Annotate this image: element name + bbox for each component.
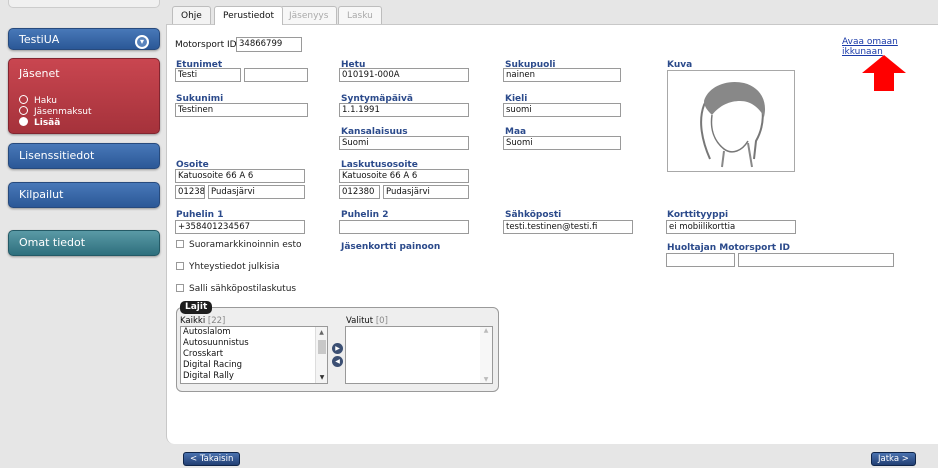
tab-label: Lasku: [347, 11, 373, 21]
tab-label: Ohje: [181, 11, 202, 21]
profile-photo[interactable]: [667, 70, 795, 172]
move-left-button[interactable]: ◀: [332, 356, 343, 367]
chevron-down-circle-icon[interactable]: ▾: [135, 35, 149, 49]
radio-selected-icon: [19, 117, 28, 126]
birth-field[interactable]: 1.1.1991: [339, 103, 469, 117]
phone2-field[interactable]: [339, 220, 469, 234]
email-field[interactable]: testi.testinen@testi.fi: [503, 220, 633, 234]
sidebar-item-label: Kilpailut: [19, 188, 64, 201]
photo-label: Kuva: [667, 60, 693, 70]
list-item[interactable]: Digital Racing: [183, 360, 327, 371]
sports-all-list[interactable]: Autoslalom Autosuunnistus Crosskart Digi…: [180, 326, 328, 384]
phone2-label: Puhelin 2: [341, 210, 389, 220]
citizenship-field[interactable]: Suomi: [339, 136, 469, 150]
sidebar-members-title[interactable]: Jäsenet: [19, 67, 159, 80]
sidebar-members-panel: Jäsenet Haku Jäsenmaksut Lisää: [8, 58, 160, 134]
move-right-button[interactable]: ▶: [332, 343, 343, 354]
list-item[interactable]: Digital Rally: [183, 371, 327, 382]
sports-title-badge: Lajit: [180, 301, 213, 314]
checkbox-icon: [176, 262, 184, 270]
checkbox-icon: [176, 284, 184, 292]
sports-selected-text: Valitut: [346, 316, 374, 326]
checkbox-label: Suoramarkkinoinnin esto: [189, 240, 302, 250]
sports-all-count: [22]: [207, 316, 226, 326]
sports-selected-label: Valitut [0]: [346, 316, 388, 326]
avatar-silhouette-icon: [700, 81, 766, 168]
address-field[interactable]: Katuosoite 66 A 6: [175, 169, 305, 183]
sidebar-item-label: Lisää: [34, 118, 61, 128]
radio-icon: [19, 95, 28, 104]
gender-field[interactable]: nainen: [503, 68, 621, 82]
last-name-field[interactable]: Testinen: [175, 103, 308, 117]
checkbox-label: Yhteystiedot julkisia: [189, 262, 280, 272]
sidebar-item-label: Jäsenmaksut: [34, 107, 92, 117]
motorsport-id-label: Motorsport ID: [175, 40, 237, 50]
phone1-field[interactable]: +358401234567: [175, 220, 305, 234]
checkbox-icon: [176, 240, 184, 248]
postal-code-field[interactable]: 012380: [175, 185, 205, 199]
sidebar-item-competitions[interactable]: Kilpailut: [8, 182, 160, 208]
tab-lasku[interactable]: Lasku: [338, 6, 382, 25]
city-field[interactable]: Pudasjärvi: [208, 185, 305, 199]
sidebar-item-jasenmaksut[interactable]: Jäsenmaksut: [19, 106, 92, 117]
tab-label: Perustiedot: [223, 11, 275, 21]
sidebar-app-title: TestiUA: [19, 33, 60, 46]
sidebar-app-button[interactable]: TestiUA ▾: [8, 28, 160, 50]
tab-label: Jäsenyys: [289, 11, 329, 21]
language-field[interactable]: suomi: [503, 103, 621, 117]
email-label: Sähköposti: [505, 210, 562, 220]
checkbox-direct-marketing[interactable]: Suoramarkkinoinnin esto: [176, 240, 302, 250]
membercard-print-label: Jäsenkortti painoon: [341, 242, 441, 252]
scroll-up-icon[interactable]: ▲: [316, 327, 327, 338]
sidebar-item-label: Omat tiedot: [19, 236, 86, 249]
back-button[interactable]: < Takaisin: [183, 452, 241, 466]
checkbox-label: Salli sähköpostilaskutus: [189, 284, 297, 294]
scroll-thumb[interactable]: [317, 340, 326, 354]
sports-selected-list[interactable]: ▲ ▼: [345, 326, 493, 384]
checkbox-public-contacts[interactable]: Yhteystiedot julkisia: [176, 262, 280, 272]
country-field[interactable]: Suomi: [503, 136, 621, 150]
scroll-up-icon[interactable]: ▲: [480, 327, 492, 334]
sports-all-label: Kaikki [22]: [180, 316, 225, 326]
radio-icon: [19, 106, 28, 115]
phone1-label: Puhelin 1: [176, 210, 224, 220]
billing-postal-field[interactable]: 012380: [339, 185, 380, 199]
scroll-down-icon[interactable]: ▼: [480, 376, 492, 383]
list-item[interactable]: Autosuunnistus: [183, 338, 327, 349]
billing-city-field[interactable]: Pudasjärvi: [383, 185, 469, 199]
sidebar-item-label: Haku: [34, 96, 57, 106]
open-window-link[interactable]: Avaa omaan ikkunaan: [842, 37, 938, 57]
sidebar-item-own-info[interactable]: Omat tiedot: [8, 230, 160, 256]
card-type-label: Korttityyppi: [667, 210, 729, 220]
guardian-id-label: Huoltajan Motorsport ID: [667, 243, 791, 253]
tab-ohje[interactable]: Ohje: [172, 6, 211, 25]
ssn-field[interactable]: 010191-000A: [339, 68, 469, 82]
card-type-field[interactable]: ei mobiilikorttia: [666, 220, 796, 234]
sidebar-item-label: Lisenssitiedot: [19, 149, 95, 162]
billing-address-field[interactable]: Katuosoite 66 A 6: [339, 169, 469, 183]
sidebar-item-licenses[interactable]: Lisenssitiedot: [8, 143, 160, 169]
guardian-name-field[interactable]: [738, 253, 894, 267]
first-name-field[interactable]: Testi: [175, 68, 241, 82]
scrollbar[interactable]: ▲ ▼: [480, 327, 492, 383]
next-button[interactable]: Jatka >: [871, 452, 916, 466]
tab-jasenyys[interactable]: Jäsenyys: [280, 6, 338, 25]
sidebar-item-lisaa[interactable]: Lisää: [19, 117, 60, 128]
list-item[interactable]: Crosskart: [183, 349, 327, 360]
tab-perustiedot[interactable]: Perustiedot: [214, 6, 284, 25]
sidebar-item-haku[interactable]: Haku: [19, 95, 57, 106]
list-item[interactable]: Autoslalom: [183, 327, 327, 338]
first-name2-field[interactable]: [244, 68, 308, 82]
arrow-up-icon: [862, 55, 906, 91]
sports-all-text: Kaikki: [180, 316, 206, 326]
scrollbar[interactable]: ▲ ▼: [315, 327, 327, 383]
sidebar-top-strip: [8, 0, 160, 8]
motorsport-id-field[interactable]: 34866799: [236, 37, 302, 52]
checkbox-email-billing[interactable]: Salli sähköpostilaskutus: [176, 284, 296, 294]
scroll-down-icon[interactable]: ▼: [316, 372, 328, 383]
sports-selected-count: [0]: [375, 316, 388, 326]
guardian-id-field[interactable]: [666, 253, 735, 267]
